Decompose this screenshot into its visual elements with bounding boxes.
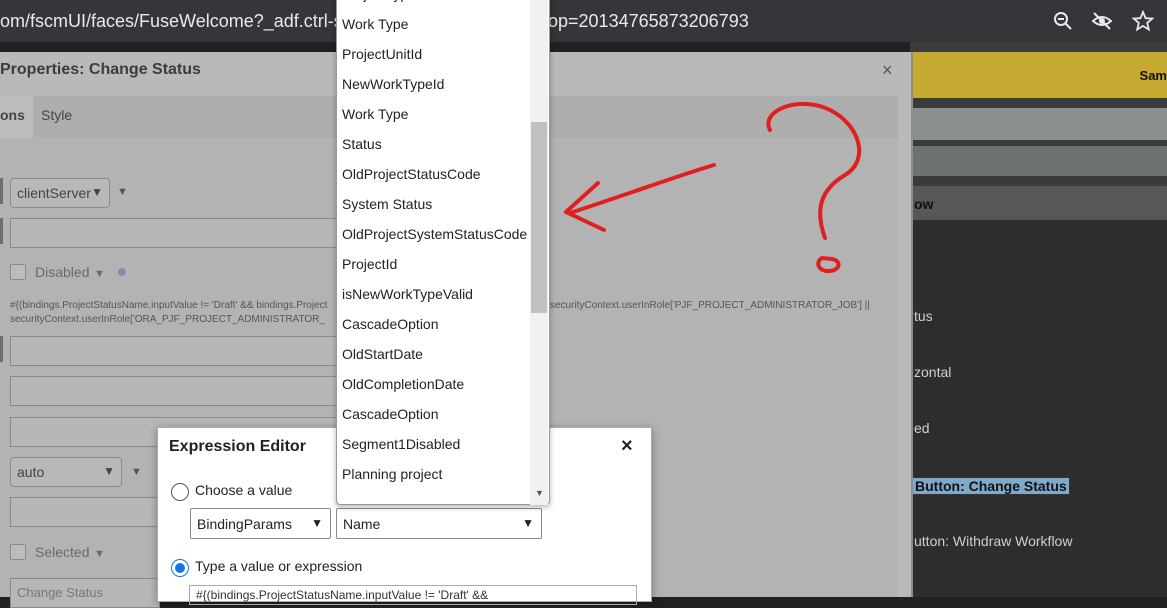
tab-options[interactable]: ons xyxy=(0,96,33,138)
dropdown-scrollbar-thumb[interactable] xyxy=(531,122,547,313)
auto-select[interactable]: auto ▼ xyxy=(10,457,122,487)
text-field[interactable] xyxy=(10,336,340,366)
structure-item-selected[interactable]: Button: Change Status xyxy=(912,477,1070,495)
structure-header-text: ow xyxy=(914,196,934,212)
toolbar-strip-2 xyxy=(886,146,1167,176)
scroll-down-arrow-icon[interactable]: ▼ xyxy=(535,488,544,498)
binding-select[interactable]: BindingParams ▼ xyxy=(190,508,331,539)
text-field[interactable] xyxy=(10,497,160,527)
dropdown-option[interactable]: ProjectId xyxy=(342,256,397,272)
expression-text: securityContext.userInRole['PJF_PROJECT_… xyxy=(550,300,870,311)
auto-select-value: auto xyxy=(17,464,45,480)
star-icon[interactable] xyxy=(1132,10,1154,32)
text-value-field[interactable]: Change Status xyxy=(10,578,160,608)
name-select[interactable]: Name ▼ xyxy=(336,508,542,539)
chevron-down-icon[interactable]: ▼ xyxy=(117,186,128,198)
dropdown-option[interactable]: System Status xyxy=(342,196,432,212)
app-header-bar: Sam xyxy=(886,52,1167,98)
text-value: Change Status xyxy=(17,585,104,600)
dropdown-option[interactable]: OldCompletionDate xyxy=(342,376,464,392)
client-server-value: clientServer xyxy=(17,185,91,201)
chevron-down-icon: ▼ xyxy=(103,464,115,478)
selected-checkbox[interactable] xyxy=(10,544,26,560)
field-marker xyxy=(0,218,3,244)
user-name-text[interactable]: Sam xyxy=(1140,68,1167,83)
browser-address-bar[interactable]: om/fscmUI/faces/FuseWelcome?_adf.ctrl-st… xyxy=(0,0,1167,42)
dropdown-option[interactable]: OldProjectSystemStatusCode xyxy=(342,226,527,242)
dropdown-option[interactable]: Segment1Disabled xyxy=(342,436,460,452)
structure-item[interactable]: zontal xyxy=(914,364,951,380)
expression-editor-title: Expression Editor xyxy=(169,438,306,455)
structure-item[interactable]: tus xyxy=(914,308,933,324)
url-text-left[interactable]: om/fscmUI/faces/FuseWelcome?_adf.ctrl-st… xyxy=(0,11,358,32)
tab-style[interactable]: Style xyxy=(41,107,72,123)
dropdown-option[interactable]: Work Type xyxy=(342,16,408,32)
chevron-down-icon: ▼ xyxy=(522,516,534,530)
chevron-down-icon[interactable]: ▼ xyxy=(131,466,142,478)
dropdown-option[interactable]: isNewWorkTypeValid xyxy=(342,286,473,302)
type-expression-label[interactable]: Type a value or expression xyxy=(195,558,362,574)
expression-text: securityContext.userInRole['ORA_PJF_PROJ… xyxy=(10,314,325,325)
url-text-right[interactable]: op=20134765873206793 xyxy=(548,11,749,32)
dropdown-option[interactable]: ProjectTypeId xyxy=(342,0,428,2)
properties-dialog-title: Properties: Change Status xyxy=(0,61,201,78)
name-dropdown-list[interactable]: ProjectTypeId Work Type ProjectUnitId NewWo… xyxy=(336,0,550,505)
structure-item[interactable]: utton: Withdraw Workflow xyxy=(914,533,1072,549)
structure-item[interactable]: ed xyxy=(914,420,930,436)
disabled-label: Disabled xyxy=(35,264,90,280)
chevron-down-icon: ▼ xyxy=(311,516,323,530)
zoom-icon[interactable] xyxy=(1052,10,1074,32)
dropdown-option[interactable]: OldProjectStatusCode xyxy=(342,166,481,182)
choose-value-label[interactable]: Choose a value xyxy=(195,482,292,498)
field-marker xyxy=(0,336,3,362)
disabled-checkbox[interactable] xyxy=(10,264,26,280)
expression-textarea[interactable]: #{(bindings.ProjectStatusName.inputValue… xyxy=(189,585,637,605)
name-select-value: Name xyxy=(343,516,381,532)
toolbar-strip xyxy=(886,108,1167,140)
dropdown-option[interactable]: CascadeOption xyxy=(342,316,439,332)
selected-label: Selected xyxy=(35,544,90,560)
dropdown-option[interactable]: CascadeOption xyxy=(342,406,439,422)
text-field[interactable] xyxy=(10,218,340,248)
close-icon[interactable]: × xyxy=(882,60,893,81)
chevron-down-icon[interactable]: ▼ xyxy=(94,548,105,560)
dropdown-option[interactable]: ProjectUnitId xyxy=(342,46,422,62)
binding-select-value: BindingParams xyxy=(197,516,292,532)
dropdown-option[interactable]: Status xyxy=(342,136,382,152)
text-field[interactable] xyxy=(10,376,340,406)
chevron-down-icon: ▼ xyxy=(91,185,103,199)
expression-indicator-icon[interactable] xyxy=(118,268,126,276)
expression-text: #{(bindings.ProjectStatusName.inputValue… xyxy=(10,300,328,311)
chevron-down-icon[interactable]: ▼ xyxy=(94,268,105,280)
client-server-select[interactable]: clientServer ▼ xyxy=(10,178,110,208)
dropdown-option[interactable]: Work Type xyxy=(342,106,408,122)
eye-off-icon[interactable] xyxy=(1091,10,1113,32)
dropdown-option[interactable]: OldStartDate xyxy=(342,346,423,362)
close-icon[interactable]: × xyxy=(621,435,633,458)
choose-value-radio[interactable] xyxy=(171,483,189,501)
type-expression-radio[interactable] xyxy=(171,559,189,577)
dropdown-option[interactable]: Planning project xyxy=(342,466,442,482)
field-marker xyxy=(0,178,3,204)
dropdown-option[interactable]: NewWorkTypeId xyxy=(342,76,444,92)
